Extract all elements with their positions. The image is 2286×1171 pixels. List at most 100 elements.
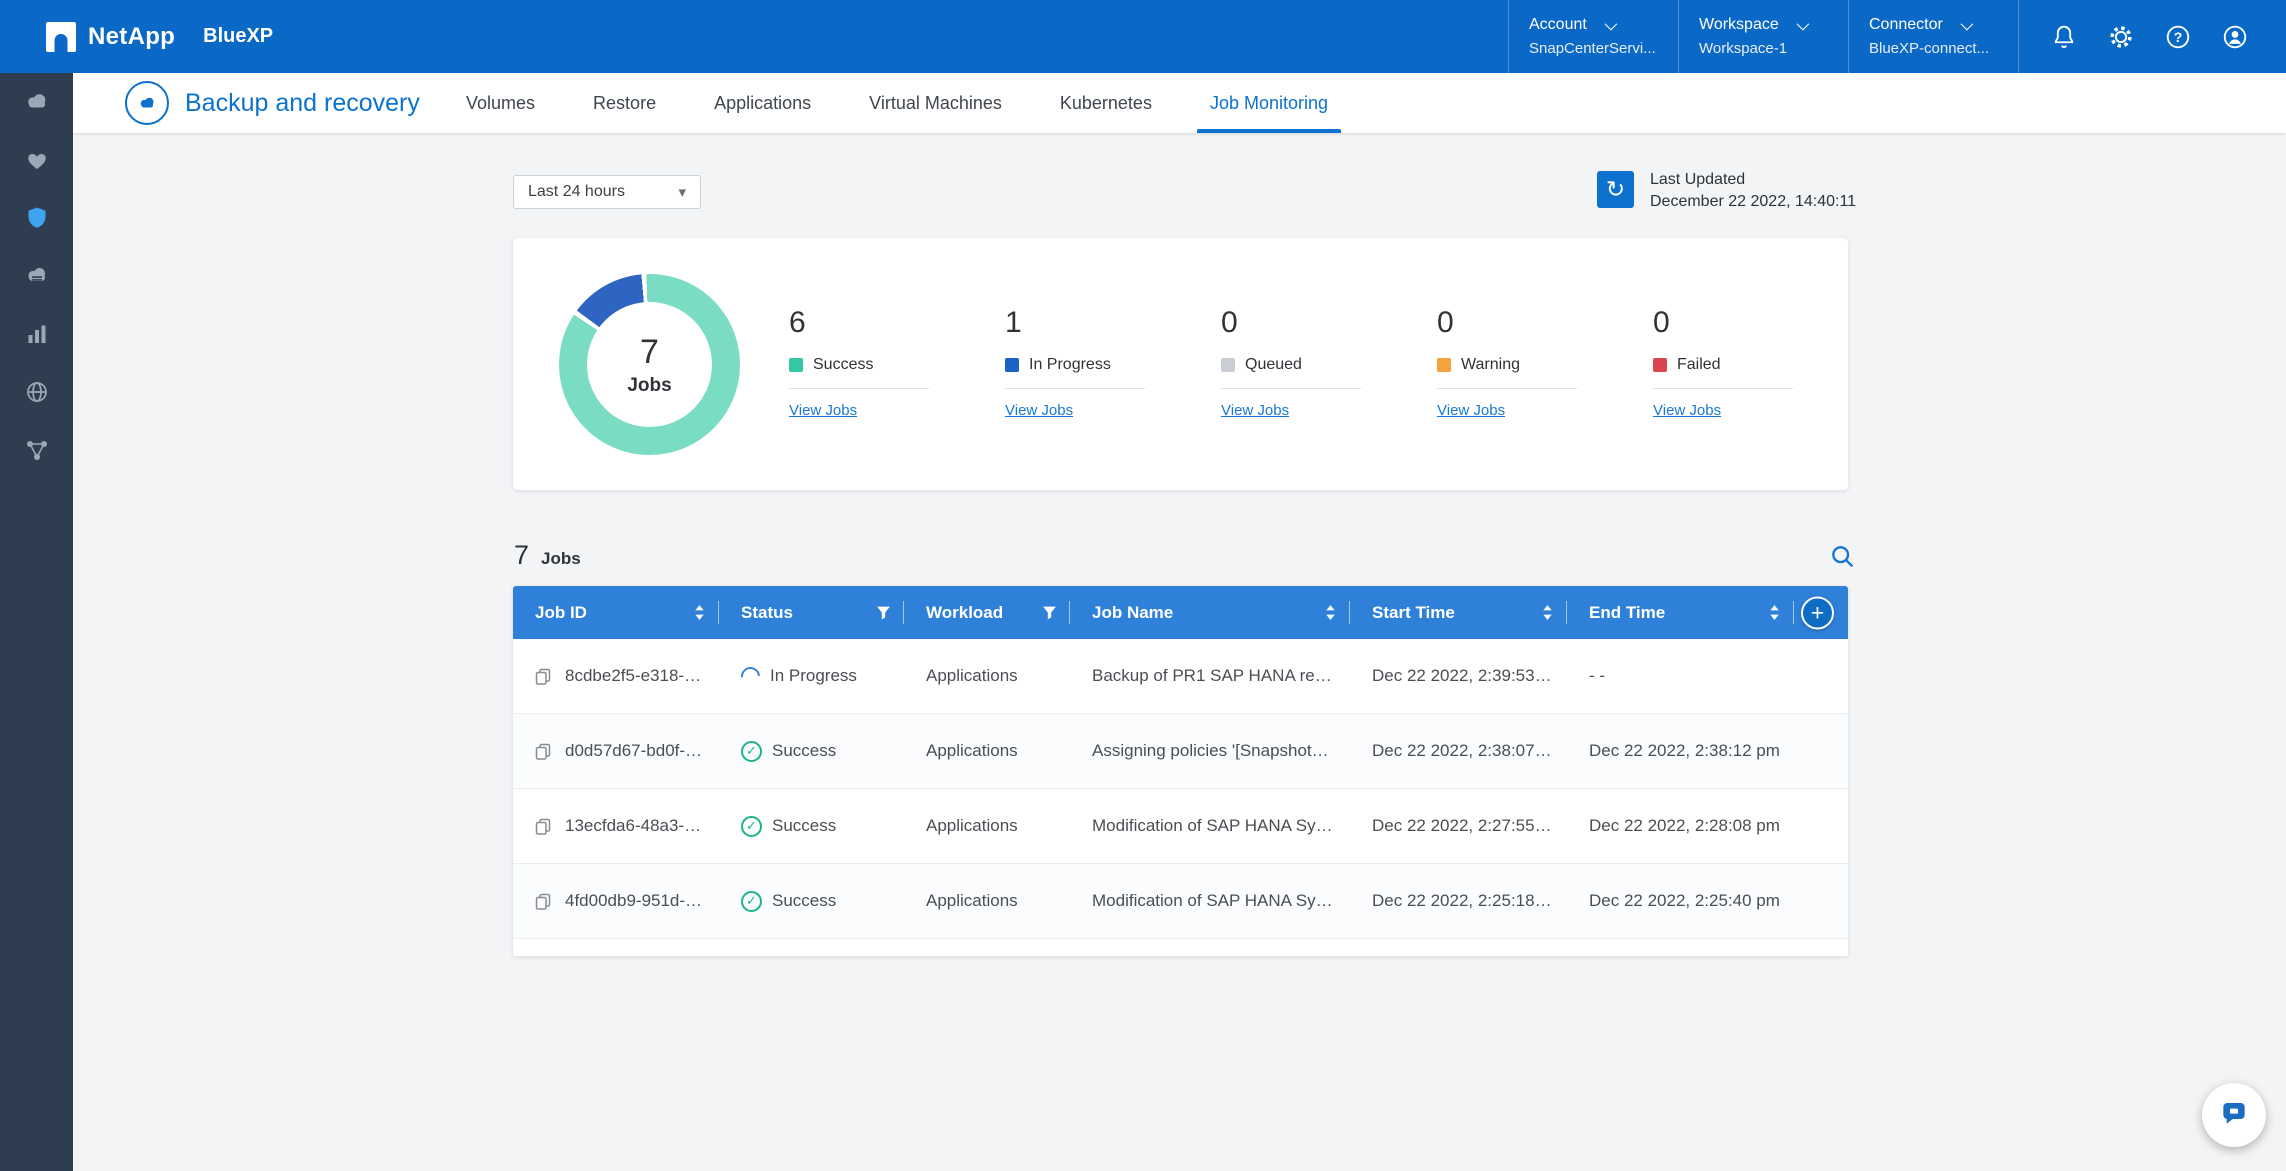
table-header: Job ID Status Workload Job Name: [513, 586, 1848, 639]
topbar-icons: ?: [2018, 0, 2286, 73]
sidebar-item-storage[interactable]: [0, 247, 73, 305]
time-range-value: Last 24 hours: [528, 183, 625, 201]
end-time-text: - -: [1589, 666, 1605, 686]
chevron-down-icon: [1604, 17, 1617, 30]
sidebar-item-governance[interactable]: [0, 363, 73, 421]
chat-button[interactable]: [2202, 1083, 2266, 1147]
netapp-logo: [46, 22, 76, 52]
question-mark: ?: [2174, 28, 2183, 44]
status-swatch: [1221, 358, 1235, 372]
sort-icon: [692, 604, 707, 621]
job-id-text: 4fd00db9-951d-4e83-9...: [565, 891, 707, 911]
workspace-menu-value: Workspace-1: [1699, 40, 1828, 57]
copy-icon[interactable]: [533, 741, 553, 761]
topbar-right: Account SnapCenterServi... Workspace Wor…: [1508, 0, 2286, 73]
table-row[interactable]: 8cdbe2f5-e318-4602-a... In Progress Appl…: [513, 639, 1848, 714]
view-jobs-link[interactable]: View Jobs: [789, 402, 857, 419]
sort-icon: [1323, 604, 1338, 621]
view-jobs-link[interactable]: View Jobs: [1653, 402, 1721, 419]
column-label: Job Name: [1092, 603, 1173, 623]
workspace-menu[interactable]: Workspace Workspace-1: [1678, 0, 1848, 73]
heart-icon: [22, 145, 52, 175]
sidebar: [0, 73, 73, 1171]
stat-count: 0: [1437, 308, 1653, 338]
view-jobs-link[interactable]: View Jobs: [1221, 402, 1289, 419]
column-header-start-time[interactable]: Start Time: [1350, 586, 1567, 639]
status-swatch: [1653, 358, 1667, 372]
help-button[interactable]: ?: [2163, 22, 2193, 52]
settings-button[interactable]: [2106, 22, 2136, 52]
account-menu-value: SnapCenterServi...: [1529, 40, 1658, 57]
column-header-job-id[interactable]: Job ID: [513, 586, 719, 639]
bell-icon: [2050, 23, 2078, 51]
connector-menu[interactable]: Connector BlueXP-connect...: [1848, 0, 2018, 73]
tab-label: Volumes: [466, 93, 535, 114]
jobs-summary-card: 7 Jobs 6 Success View Jobs 1 In Progress…: [513, 238, 1848, 490]
sidebar-item-extensions[interactable]: [0, 421, 73, 479]
tab-virtual-machines[interactable]: Virtual Machines: [840, 73, 1031, 133]
column-label: Workload: [926, 603, 1003, 623]
user-icon: [2221, 23, 2249, 51]
in-progress-icon: [737, 663, 764, 690]
workload-text: Applications: [926, 816, 1018, 836]
table-row[interactable]: 4fd00db9-951d-4e83-9... ✓ Success Applic…: [513, 864, 1848, 939]
stat-failed: 0 Failed View Jobs: [1653, 308, 1869, 420]
search-button[interactable]: [1825, 539, 1861, 575]
job-status-stats: 6 Success View Jobs 1 In Progress View J…: [789, 308, 1869, 420]
job-name-text: Assigning policies '[SnapshotEvery4...: [1092, 741, 1338, 761]
copy-icon[interactable]: [533, 666, 553, 686]
add-button[interactable]: +: [1801, 596, 1834, 629]
table-row[interactable]: d0d57d67-bd0f-4374-9... ✓ Success Applic…: [513, 714, 1848, 789]
end-time-text: Dec 22 2022, 2:25:40 pm: [1589, 891, 1780, 911]
stat-label: Queued: [1245, 356, 1302, 374]
connector-menu-value: BlueXP-connect...: [1869, 40, 1998, 57]
column-header-end-time[interactable]: End Time: [1567, 586, 1794, 639]
tab-label: Applications: [714, 93, 811, 114]
table-row[interactable]: 13ecfda6-48a3-4e23-b... ✓ Success Applic…: [513, 789, 1848, 864]
status-swatch: [789, 358, 803, 372]
chevron-down-icon: ▾: [678, 183, 686, 201]
filter-icon: [875, 604, 892, 621]
start-time-text: Dec 22 2022, 2:27:55 pm: [1372, 816, 1555, 836]
refresh-icon: ↻: [1606, 178, 1625, 201]
view-jobs-link[interactable]: View Jobs: [1437, 402, 1505, 419]
copy-icon[interactable]: [533, 891, 553, 911]
plus-icon: +: [1811, 601, 1824, 624]
stat-in-progress: 1 In Progress View Jobs: [1005, 308, 1221, 420]
bar-chart-icon: [22, 319, 52, 349]
chevron-down-icon: [1960, 17, 1973, 30]
stat-queued: 0 Queued View Jobs: [1221, 308, 1437, 420]
jobs-table: Job ID Status Workload Job Name: [513, 586, 1848, 956]
sidebar-item-protection[interactable]: [0, 189, 73, 247]
jobs-count: 7: [514, 540, 529, 571]
stat-success: 6 Success View Jobs: [789, 308, 1005, 420]
sidebar-item-observability[interactable]: [0, 305, 73, 363]
job-name-text: Backup of PR1 SAP HANA resource ...: [1092, 666, 1338, 686]
tab-kubernetes[interactable]: Kubernetes: [1031, 73, 1181, 133]
help-icon: ?: [2164, 23, 2192, 51]
jobs-donut-hole: 7 Jobs: [587, 302, 712, 427]
tab-applications[interactable]: Applications: [685, 73, 840, 133]
end-time-text: Dec 22 2022, 2:38:12 pm: [1589, 741, 1780, 761]
view-jobs-link[interactable]: View Jobs: [1005, 402, 1073, 419]
copy-icon[interactable]: [533, 816, 553, 836]
notifications-button[interactable]: [2049, 22, 2079, 52]
refresh-button[interactable]: ↻: [1597, 171, 1634, 208]
tab-label: Kubernetes: [1060, 93, 1152, 114]
product-name: BlueXP: [203, 25, 273, 48]
stat-label: Success: [813, 356, 873, 374]
account-button[interactable]: [2220, 22, 2250, 52]
time-range-select[interactable]: Last 24 hours ▾: [513, 175, 701, 209]
sidebar-item-health[interactable]: [0, 131, 73, 189]
column-header-workload[interactable]: Workload: [904, 586, 1070, 639]
cloud-storage-icon: [22, 261, 52, 291]
tab-job-monitoring[interactable]: Job Monitoring: [1181, 73, 1357, 133]
cloud-icon: [22, 87, 52, 117]
column-header-status[interactable]: Status: [719, 586, 904, 639]
column-header-job-name[interactable]: Job Name: [1070, 586, 1350, 639]
sidebar-item-canvas[interactable]: [0, 73, 73, 131]
tab-volumes[interactable]: Volumes: [437, 73, 564, 133]
sort-icon: [1767, 604, 1782, 621]
tab-restore[interactable]: Restore: [564, 73, 685, 133]
account-menu[interactable]: Account SnapCenterServi...: [1508, 0, 1678, 73]
